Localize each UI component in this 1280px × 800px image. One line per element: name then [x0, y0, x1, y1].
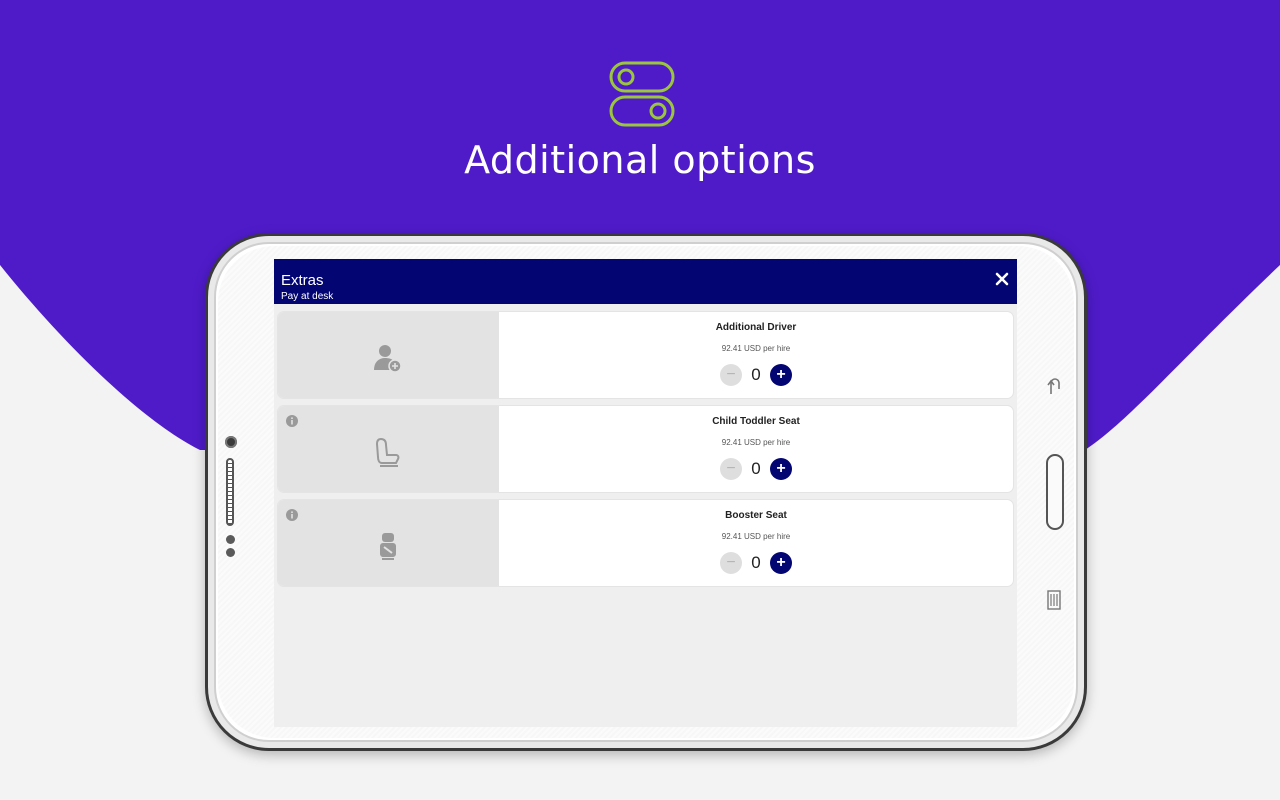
extra-price: 92.41 USD per hire	[721, 438, 791, 447]
extras-header: Extras Pay at desk	[274, 259, 1017, 304]
increase-button[interactable]: +	[770, 364, 792, 386]
info-icon[interactable]	[286, 415, 298, 427]
app-screen: Extras Pay at desk Additional Driver 92.…	[274, 259, 1017, 727]
quantity-stepper: − 0 +	[720, 552, 792, 576]
page-title: Extras	[281, 272, 324, 289]
back-icon[interactable]	[1046, 377, 1062, 395]
extra-card-additional-driver: Additional Driver 92.41 USD per hire − 0…	[278, 312, 1013, 398]
extra-name: Additional Driver	[715, 322, 797, 333]
info-icon[interactable]	[286, 509, 298, 521]
decrease-button[interactable]: −	[720, 458, 742, 480]
toggle-switches-icon	[609, 61, 675, 127]
increase-button[interactable]: +	[770, 458, 792, 480]
quantity-value: 0	[751, 553, 761, 572]
booster-seat-icon	[380, 533, 396, 560]
extra-image	[278, 312, 499, 398]
decrease-button[interactable]: −	[720, 364, 742, 386]
extra-price: 92.41 USD per hire	[721, 532, 791, 541]
sensor-dot	[226, 535, 235, 544]
extra-name: Booster Seat	[725, 510, 787, 521]
decrease-button[interactable]: −	[720, 552, 742, 574]
extra-card-booster-seat: Booster Seat 92.41 USD per hire − 0 +	[278, 500, 1013, 586]
close-icon	[995, 272, 1009, 286]
menu-icon[interactable]	[1047, 590, 1061, 610]
quantity-value: 0	[751, 365, 761, 384]
child-seat-icon	[375, 437, 400, 467]
speaker-grille	[226, 458, 234, 526]
extra-image	[278, 500, 499, 586]
extra-image	[278, 406, 499, 492]
page-subtitle: Pay at desk	[281, 291, 334, 302]
increase-button[interactable]: +	[770, 552, 792, 574]
quantity-stepper: − 0 +	[720, 458, 792, 482]
home-button[interactable]	[1046, 454, 1064, 530]
quantity-value: 0	[751, 459, 761, 478]
close-button[interactable]	[993, 271, 1011, 289]
sensor-dot	[226, 548, 235, 557]
extra-name: Child Toddler Seat	[712, 416, 800, 427]
extra-card-child-toddler-seat: Child Toddler Seat 92.41 USD per hire − …	[278, 406, 1013, 492]
camera-icon	[225, 436, 237, 448]
extra-price: 92.41 USD per hire	[721, 344, 791, 353]
quantity-stepper: − 0 +	[720, 364, 792, 388]
add-person-icon	[374, 345, 402, 373]
hero-title: Additional options	[464, 138, 816, 182]
